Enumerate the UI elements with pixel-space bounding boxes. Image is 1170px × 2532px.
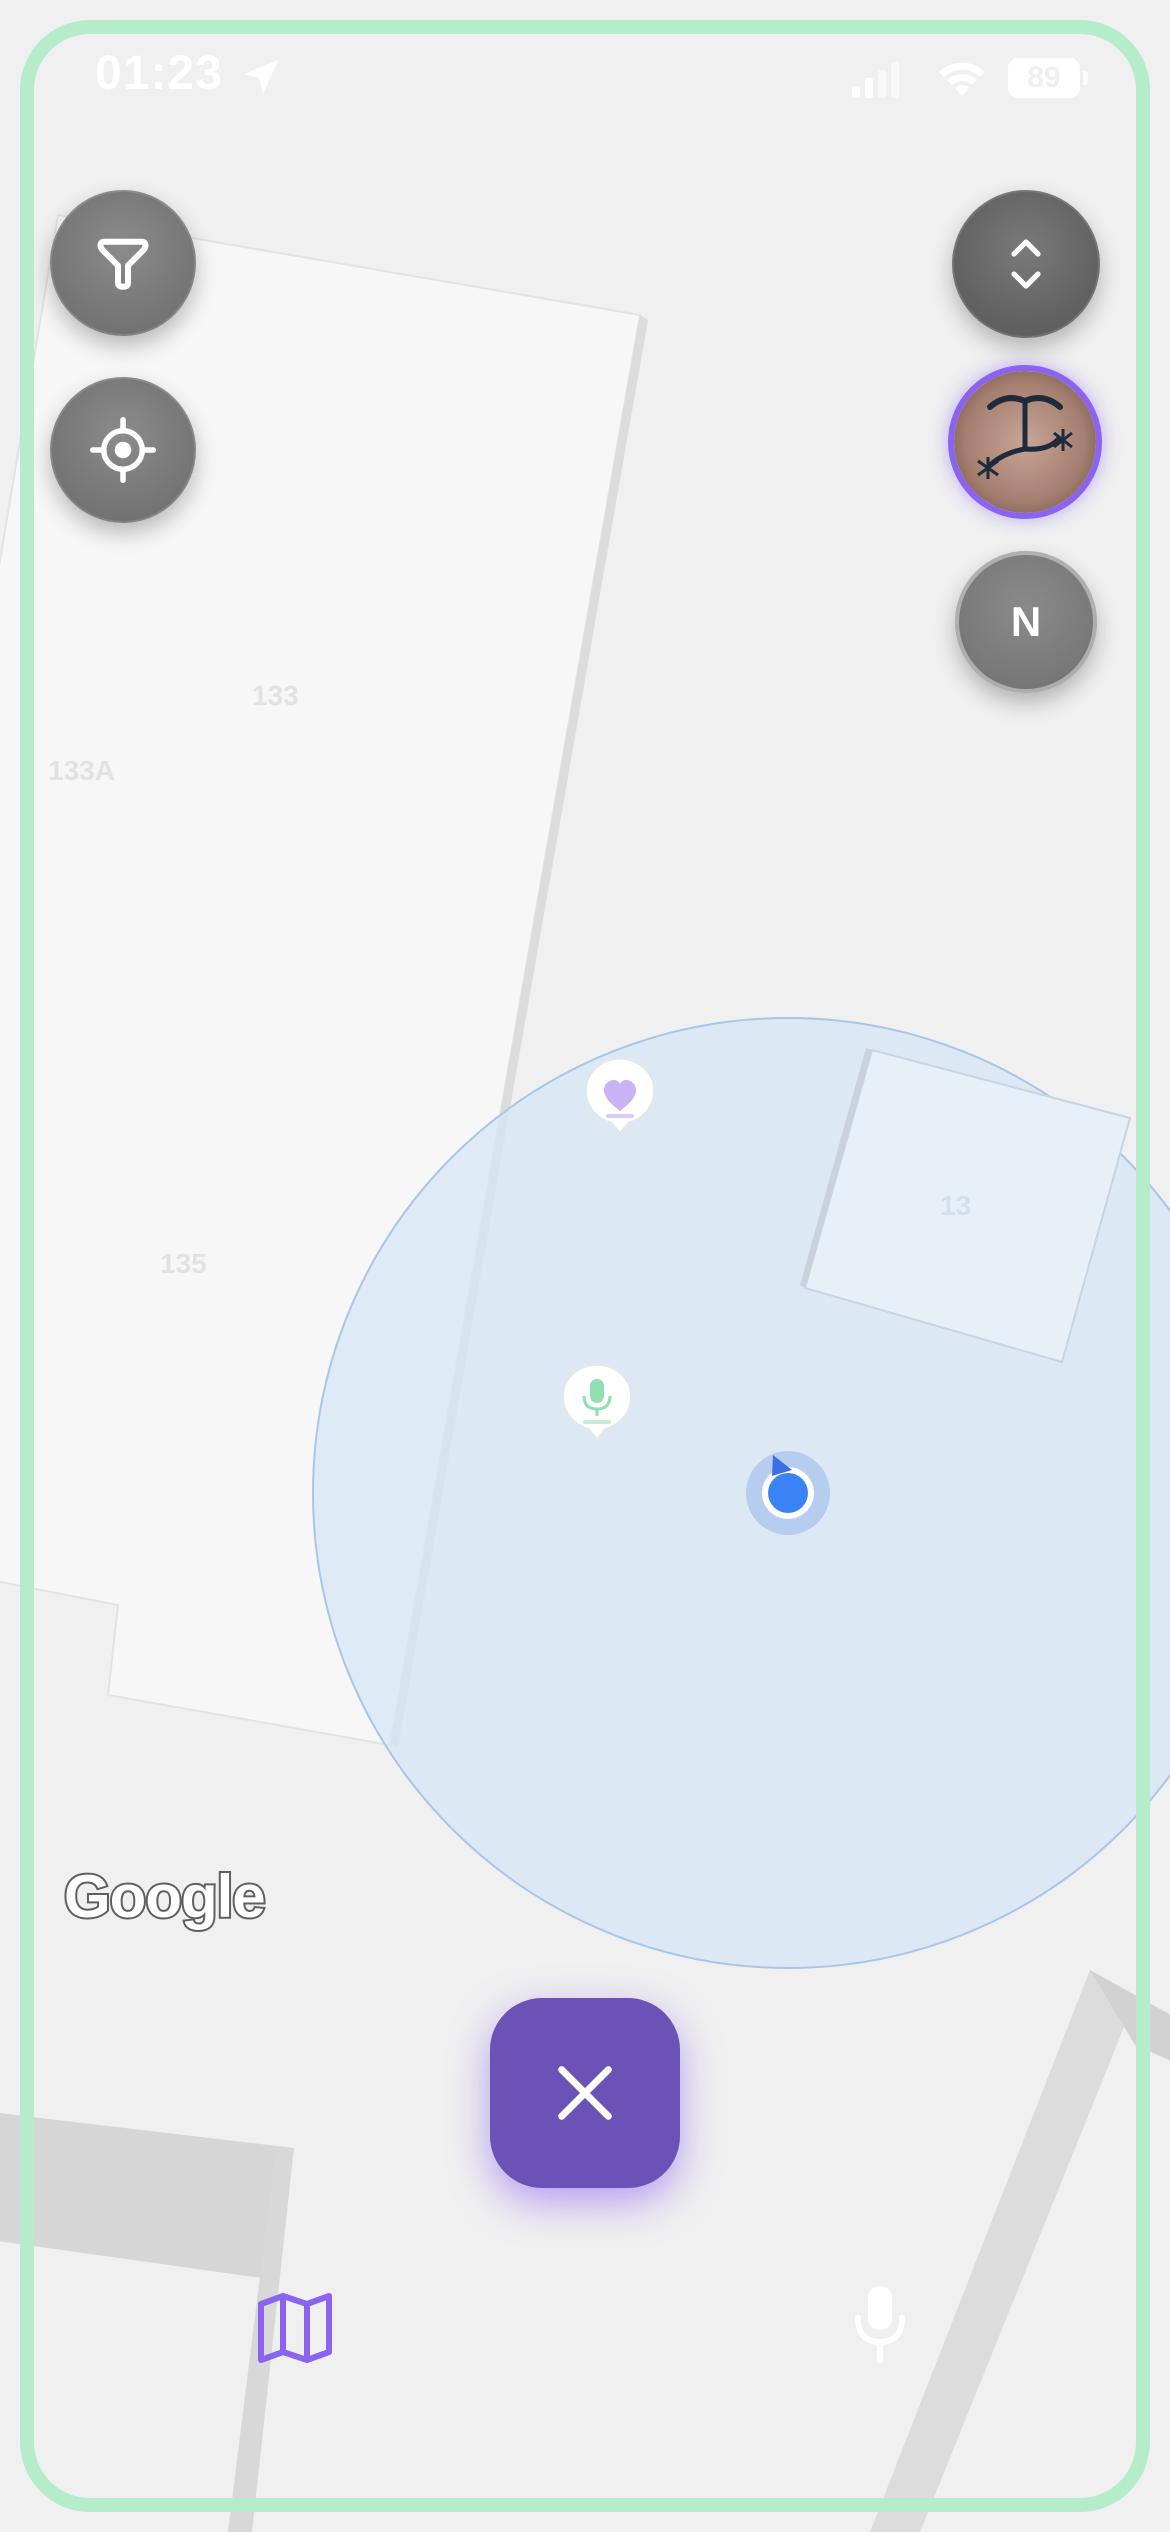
heart-pin[interactable] (584, 1057, 656, 1137)
google-attribution: Google (62, 1861, 268, 1932)
building-label: 133A (48, 755, 115, 786)
location-arrow-icon (243, 59, 279, 95)
wifi-icon (939, 62, 985, 96)
building-label: 133 (252, 680, 299, 711)
microphone-icon (855, 2286, 905, 2363)
compass-north-label: N (1010, 598, 1042, 645)
status-time: 01:23 (95, 47, 223, 100)
map-screen: 133 133A 135 13 01:23 89 N Google (0, 0, 1170, 2532)
map-icon (258, 2293, 332, 2363)
recenter-button[interactable] (50, 377, 196, 523)
compass-button[interactable]: N (955, 551, 1097, 693)
battery-icon: 89 (1008, 58, 1088, 98)
close-button[interactable] (490, 1998, 680, 2188)
expand-toggle-button[interactable] (952, 190, 1100, 338)
nav-voice-tab[interactable] (850, 2284, 910, 2364)
battery-level: 89 (1008, 58, 1080, 98)
filter-button[interactable] (50, 190, 196, 336)
user-avatar-button[interactable] (948, 365, 1102, 519)
filter-icon (97, 238, 149, 290)
chevron-up-down-icon (1011, 239, 1041, 289)
cellular-signal-icon (852, 62, 899, 98)
status-bar: 01:23 89 (0, 0, 1170, 150)
building-label: 135 (160, 1248, 207, 1279)
building-label: 13 (940, 1190, 971, 1221)
nav-map-tab[interactable] (255, 2290, 335, 2366)
avatar (954, 371, 1096, 513)
close-icon (558, 2066, 612, 2120)
voice-note-pin[interactable] (561, 1363, 633, 1443)
crosshair-icon (90, 417, 156, 483)
